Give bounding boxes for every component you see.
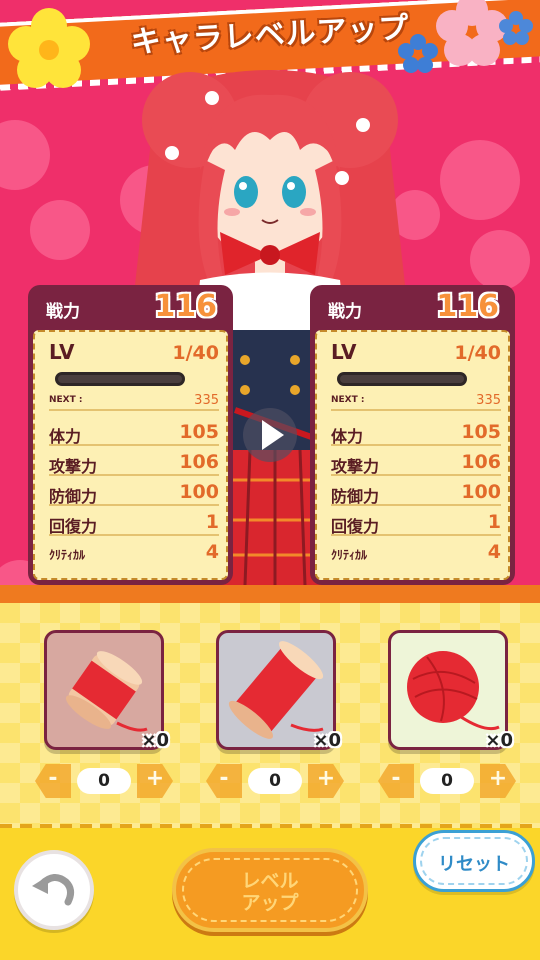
stat-label: 防御力 xyxy=(331,487,380,506)
power-header: 戦力 116 xyxy=(310,285,515,329)
item-amount: 0 xyxy=(420,768,474,794)
stat-label: 回復力 xyxy=(49,517,98,536)
item-stepper-yarn-ball: - 0 + xyxy=(378,764,516,798)
stat-row-defense: 防御力 100 xyxy=(331,480,501,506)
level-row: LV 1/40 xyxy=(331,340,501,368)
level-up-line1: レベル xyxy=(241,870,299,892)
section-divider xyxy=(0,585,540,603)
stat-value: 1 xyxy=(205,511,219,533)
level-row: LV 1/40 xyxy=(49,340,219,368)
stats-body: LV 1/40 NEXT : 335 体力 105 攻撃力 106 防御力 10… xyxy=(310,325,515,585)
power-label: 戦力 xyxy=(328,302,362,322)
power-label: 戦力 xyxy=(46,302,80,322)
stat-value: 4 xyxy=(205,541,219,563)
stat-row-attack: 攻撃力 106 xyxy=(331,450,501,476)
item-amount: 0 xyxy=(248,768,302,794)
stat-label: 体力 xyxy=(331,427,364,446)
next-exp-row: NEXT : 335 xyxy=(49,393,219,411)
stat-value: 100 xyxy=(461,481,501,503)
item-slot-yarn-ball[interactable]: ×0 xyxy=(388,630,513,751)
level-up-line2: アップ xyxy=(241,892,299,914)
item-stepper-large-spool: - 0 + xyxy=(206,764,344,798)
level-up-button[interactable]: レベル アップ xyxy=(172,848,368,932)
increment-button[interactable]: + xyxy=(308,764,344,798)
stat-row-defense: 防御力 100 xyxy=(49,480,219,506)
stat-label: 防御力 xyxy=(49,487,98,506)
stat-value: 105 xyxy=(179,421,219,443)
exp-bar xyxy=(337,372,467,386)
stat-row-recovery: 回復力 1 xyxy=(49,510,219,536)
next-label: NEXT : xyxy=(49,395,83,405)
stat-value: 105 xyxy=(461,421,501,443)
power-value: 116 xyxy=(436,289,499,324)
power-value: 116 xyxy=(154,289,217,324)
level-value: 1/40 xyxy=(172,342,219,364)
level-label: LV xyxy=(331,340,357,364)
back-button[interactable] xyxy=(14,850,94,930)
decrement-button[interactable]: - xyxy=(378,764,414,798)
stat-row-critical: ｸﾘﾃｨｶﾙ 4 xyxy=(331,540,501,566)
current-stats-card: 戦力 116 LV 1/40 NEXT : 335 体力 105 攻撃力 106… xyxy=(28,285,233,585)
next-value: 335 xyxy=(476,393,501,408)
stat-label: 攻撃力 xyxy=(49,457,98,476)
stat-value: 100 xyxy=(179,481,219,503)
stat-row-attack: 攻撃力 106 xyxy=(49,450,219,476)
level-value: 1/40 xyxy=(454,342,501,364)
back-arrow-icon xyxy=(32,874,75,906)
item-count: ×0 xyxy=(485,730,513,751)
item-slot-large-spool[interactable]: ×0 xyxy=(216,630,341,751)
level-label: LV xyxy=(49,340,75,364)
increment-button[interactable]: + xyxy=(480,764,516,798)
stat-label: 回復力 xyxy=(331,517,380,536)
exp-bar xyxy=(55,372,185,386)
item-amount: 0 xyxy=(77,768,131,794)
stat-value: 106 xyxy=(461,451,501,473)
stat-value: 4 xyxy=(487,541,501,563)
play-arrow-icon xyxy=(243,408,297,462)
stat-row-hp: 体力 105 xyxy=(331,420,501,446)
level-up-label: レベル アップ xyxy=(176,870,364,914)
stat-label: 攻撃力 xyxy=(331,457,380,476)
power-header: 戦力 116 xyxy=(28,285,233,329)
stats-panel: LV 1/40 NEXT : 335 体力 105 攻撃力 106 防御力 10… xyxy=(315,330,510,580)
stat-label: ｸﾘﾃｨｶﾙ xyxy=(331,548,368,562)
preview-stats-card: 戦力 116 LV 1/40 NEXT : 335 体力 105 攻撃力 106… xyxy=(310,285,515,585)
stat-value: 1 xyxy=(487,511,501,533)
next-value: 335 xyxy=(194,393,219,408)
stat-label: ｸﾘﾃｨｶﾙ xyxy=(49,548,86,562)
item-count: ×0 xyxy=(141,730,169,751)
item-stepper-small-spool: - 0 + xyxy=(35,764,173,798)
decrement-button[interactable]: - xyxy=(35,764,71,798)
stat-row-hp: 体力 105 xyxy=(49,420,219,446)
next-exp-row: NEXT : 335 xyxy=(331,393,501,411)
stats-body: LV 1/40 NEXT : 335 体力 105 攻撃力 106 防御力 10… xyxy=(28,325,233,585)
reset-button[interactable]: リセット xyxy=(413,830,535,892)
stat-row-critical: ｸﾘﾃｨｶﾙ 4 xyxy=(49,540,219,566)
next-label: NEXT : xyxy=(331,395,365,405)
stat-row-recovery: 回復力 1 xyxy=(331,510,501,536)
reset-label: リセット xyxy=(438,854,510,875)
stats-panel: LV 1/40 NEXT : 335 体力 105 攻撃力 106 防御力 10… xyxy=(33,330,228,580)
decrement-button[interactable]: - xyxy=(206,764,242,798)
increment-button[interactable]: + xyxy=(137,764,173,798)
item-count: ×0 xyxy=(313,730,341,751)
item-slot-small-spool[interactable]: ×0 xyxy=(44,630,169,751)
stat-value: 106 xyxy=(179,451,219,473)
stat-label: 体力 xyxy=(49,427,82,446)
